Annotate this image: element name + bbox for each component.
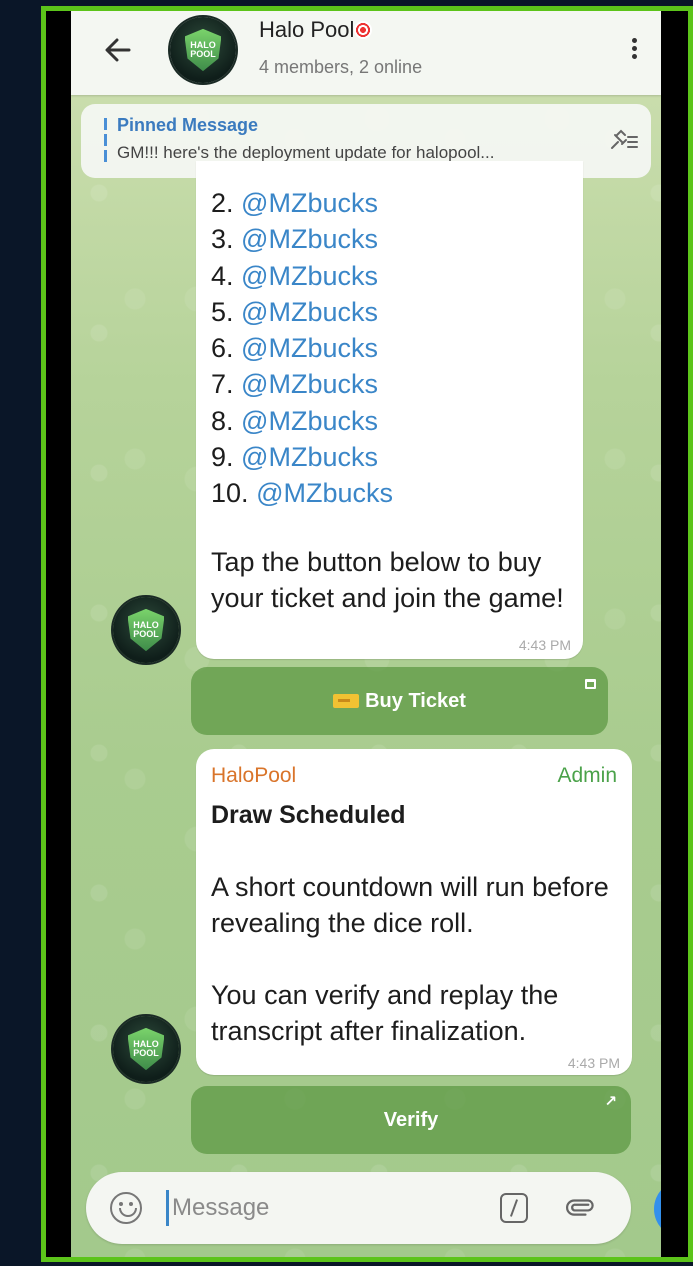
chat-member-status: 4 members, 2 online [259, 57, 423, 77]
sender-name[interactable]: HaloPool [211, 764, 296, 788]
verify-label: Verify [383, 1108, 439, 1131]
ticket-icon [333, 694, 360, 708]
pinned-indicator [104, 118, 107, 164]
list-item: 2. @MZbucks [211, 188, 378, 218]
mention-link[interactable]: @MZbucks [241, 297, 378, 327]
pinned-preview-text: GM!!! here's the deployment update for h… [117, 143, 495, 162]
list-item: 6. @MZbucks [211, 333, 378, 364]
mention-link[interactable]: @MZbucks [241, 406, 378, 436]
mention-link[interactable]: @MZbucks [241, 333, 378, 363]
mention-link[interactable]: @MZbucks [241, 442, 378, 472]
webapp-window-icon [585, 679, 596, 689]
list-item: 5. @MZbucks [211, 296, 378, 327]
verify-button[interactable]: Verify ↗ [191, 1086, 631, 1154]
sender-avatar[interactable]: HALO POOL [113, 1016, 179, 1082]
list-item: 10. @MZbucks [211, 478, 393, 509]
chat-screen: HALO POOL Halo Pool 4 members, 2 online … [71, 11, 661, 1257]
pinned-title: Pinned Message [117, 115, 259, 135]
bot-commands-icon[interactable] [500, 1193, 528, 1223]
message-paragraph: A short countdown will run before reveal… [211, 872, 609, 938]
message-composer [86, 1172, 631, 1244]
list-item: 8. @MZbucks [211, 405, 378, 436]
pinned-list-icon[interactable] [609, 128, 639, 154]
shield-logo-icon: HALO POOL [127, 608, 165, 652]
message-timestamp: 4:43 PM [518, 637, 571, 653]
message-input[interactable] [166, 1190, 456, 1226]
message-bubble-draw: HaloPool Admin Draw Scheduled A short co… [196, 749, 632, 1075]
message-timestamp: 4:43 PM [567, 1055, 620, 1071]
admin-badge: Admin [557, 764, 617, 787]
message-title: Draw Scheduled [211, 801, 406, 829]
sender-avatar[interactable]: HALO POOL [113, 597, 179, 663]
mention-list: 2. @MZbucks 3. @MZbucks 4. @MZbucks 5. @… [211, 185, 393, 512]
mention-link[interactable]: @MZbucks [256, 478, 393, 508]
more-menu-icon[interactable] [627, 35, 641, 71]
chat-title[interactable]: Halo Pool [259, 17, 373, 43]
external-link-arrow-icon: ↗ [604, 1093, 617, 1110]
chat-title-text: Halo Pool [259, 17, 355, 42]
screenshot-frame: HALO POOL Halo Pool 4 members, 2 online … [41, 6, 693, 1262]
mention-link[interactable]: @MZbucks [241, 224, 378, 254]
list-item: 4. @MZbucks [211, 260, 378, 291]
mention-link[interactable]: @MZbucks [241, 261, 378, 291]
shield-logo-icon: HALO POOL [127, 1027, 165, 1071]
target-emoji-icon [354, 21, 373, 39]
list-item: 7. @MZbucks [211, 369, 378, 400]
list-item: 3. @MZbucks [211, 224, 378, 255]
chat-header: HALO POOL Halo Pool 4 members, 2 online [71, 11, 661, 95]
shield-logo-icon: HALO POOL [184, 28, 222, 72]
microphone-button[interactable] [654, 1180, 661, 1238]
mention-link[interactable]: @MZbucks [241, 369, 378, 399]
message-text: Tap the button below to buy your ticket … [211, 547, 564, 613]
message-paragraph: You can verify and replay the transcript… [211, 980, 559, 1046]
mention-link[interactable]: @MZbucks [241, 188, 378, 218]
message-bubble-ticket: 2. @MZbucks 3. @MZbucks 4. @MZbucks 5. @… [196, 161, 583, 659]
group-avatar[interactable]: HALO POOL [170, 17, 236, 83]
attachment-paperclip-icon[interactable] [553, 1185, 601, 1233]
emoji-icon[interactable] [110, 1192, 142, 1224]
list-item: 9. @MZbucks [211, 442, 378, 473]
buy-ticket-button[interactable]: Buy Ticket [191, 667, 608, 735]
back-arrow-icon[interactable] [101, 33, 135, 67]
buy-ticket-label: Buy Ticket [365, 689, 466, 712]
